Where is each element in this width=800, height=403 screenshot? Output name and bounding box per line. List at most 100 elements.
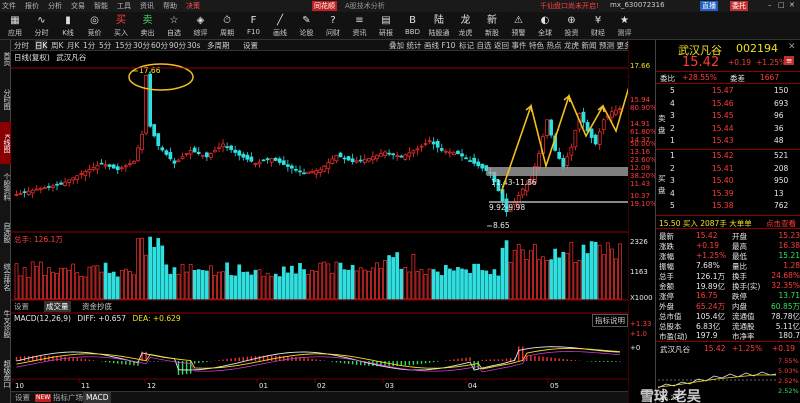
menu-tools[interactable]: 工具	[117, 1, 131, 11]
indicator-help-button[interactable]: 指标说明	[592, 314, 628, 327]
period-tab-2[interactable]: 周K	[51, 40, 63, 51]
buy-price-1[interactable]: 15.42	[712, 151, 733, 160]
buy-price-3[interactable]: 15.40	[712, 176, 733, 185]
vol-tab-settings[interactable]: 设置	[14, 301, 29, 312]
period-tab-10[interactable]: 30s	[187, 40, 200, 51]
indicator-tab-10[interactable]: 龙虎	[564, 40, 579, 51]
bottom-indicator-plaza[interactable]: 指标广场	[53, 392, 83, 403]
period-tab-6[interactable]: 15分	[115, 40, 132, 51]
toolbar-button-10[interactable]: ╱ 画线	[267, 13, 293, 39]
toolbar-label-17: 龙虎	[458, 29, 473, 37]
period-tab-0[interactable]: 分时	[14, 40, 29, 51]
period-tab-1[interactable]: 日K	[35, 40, 48, 51]
toolbar-button-21[interactable]: ⊕ 投资	[559, 13, 585, 39]
toolbar-button-9[interactable]: F F10	[241, 13, 267, 39]
toolbar-button-0[interactable]: ▦ 应用	[2, 13, 28, 39]
toolbar-button-1[interactable]: ∿ 分时	[29, 13, 55, 39]
toolbar-button-8[interactable]: ⏱ 周期	[214, 13, 240, 39]
candle-body	[330, 158, 335, 164]
indicator-tab-6[interactable]: 返回	[494, 40, 509, 51]
minimize-icon[interactable]: –	[768, 1, 772, 9]
toolbar-button-15[interactable]: B BBD	[400, 13, 426, 39]
maximize-icon[interactable]: □	[778, 1, 785, 9]
left-nav-item-1[interactable]: 分时图	[0, 77, 11, 121]
toolbar-button-3[interactable]: ◎ 竞价	[82, 13, 108, 39]
sell-price-2[interactable]: 15.44	[712, 124, 733, 133]
period-tab-3[interactable]: 月K	[67, 40, 79, 51]
indicator-tab-2[interactable]: 画线	[424, 40, 439, 51]
macd-header: MACD(12,26,9) DIFF: +0.657 DEA: +0.629	[14, 314, 181, 323]
close-icon[interactable]: ✕	[789, 1, 795, 9]
menu-help[interactable]: 帮助	[163, 1, 177, 11]
volume-bar	[362, 269, 367, 300]
toolbar-button-16[interactable]: 陆陆股通	[426, 13, 452, 39]
kline-chart[interactable]: 17.66 11.43-11.86 9.92-9.98 8.65 10 11 12 01 02…	[11, 51, 628, 391]
left-nav-item-7[interactable]: 超级盘口	[0, 349, 11, 399]
live-button[interactable]: 直播	[700, 1, 718, 11]
toolbar-button-19[interactable]: ⚠ 预警	[506, 13, 532, 39]
toolbar-button-17[interactable]: 龙龙虎	[453, 13, 479, 39]
panel-flag[interactable]: ≡	[784, 56, 795, 65]
menu-quote[interactable]: 报价	[25, 1, 39, 11]
menu-file[interactable]: 文件	[2, 1, 16, 11]
buy-price-5[interactable]: 15.38	[712, 201, 733, 210]
account-name[interactable]: mx_630072316	[610, 1, 665, 9]
left-nav-item-4[interactable]: 自选股	[0, 210, 11, 254]
indicator-tab-7[interactable]: 事件	[512, 40, 527, 51]
menu-smart[interactable]: 智能	[94, 1, 108, 11]
panel-close-icon[interactable]: ✕	[788, 42, 796, 52]
toolbar-button-14[interactable]: ▤ 研报	[373, 13, 399, 39]
period-tab-9[interactable]: 90分	[169, 40, 186, 51]
indicator-tab-4[interactable]: 标记	[459, 40, 474, 51]
promo-text[interactable]: 千仙盘口尚未开启!	[540, 1, 599, 11]
left-nav-item-6[interactable]: 牛叉诊股	[0, 300, 11, 348]
vol-tab-fund[interactable]: 资金抄底	[82, 301, 112, 312]
period-tab-5[interactable]: 5分	[99, 40, 111, 51]
indicator-tab-1[interactable]: 统计	[407, 40, 422, 51]
toolbar-button-20[interactable]: ◐ 全球	[532, 13, 558, 39]
menu-analysis[interactable]: 分析	[48, 1, 62, 11]
toolbar-button-12[interactable]: ? 问财	[320, 13, 346, 39]
indicator-tab-8[interactable]: 特色	[529, 40, 544, 51]
bottom-settings[interactable]: 设置	[15, 392, 30, 403]
menu-news[interactable]: 资讯	[140, 1, 154, 11]
vol-tab-volume[interactable]: 成交量	[44, 301, 71, 312]
toolbar-button-22[interactable]: ¥ 财经	[585, 13, 611, 39]
period-tab-12[interactable]: 设置	[243, 40, 258, 51]
sell-price-1[interactable]: 15.43	[712, 136, 733, 145]
toolbar-button-7[interactable]: ◈ 综评	[188, 13, 214, 39]
left-nav-item-0[interactable]: 首页	[0, 42, 11, 76]
toolbar-button-13[interactable]: ≡ 资讯	[347, 13, 373, 39]
buy-price-4[interactable]: 15.39	[712, 189, 733, 198]
left-nav-item-3[interactable]: 个股资料	[0, 165, 11, 209]
toolbar-button-2[interactable]: ▮ K线	[55, 13, 81, 39]
sell-price-5[interactable]: 15.47	[712, 86, 733, 95]
candle-body	[261, 159, 266, 162]
left-nav-item-5[interactable]: 综合排名	[0, 255, 11, 299]
order-button[interactable]: 委托	[730, 1, 748, 11]
toolbar-button-23[interactable]: ★ 测评	[612, 13, 638, 39]
period-tab-7[interactable]: 30分	[133, 40, 150, 51]
indicator-tab-0[interactable]: 叠加	[389, 40, 404, 51]
toolbar-button-5[interactable]: 卖卖出	[135, 13, 161, 39]
toolbar-button-18[interactable]: 新新股	[479, 13, 505, 39]
period-tab-8[interactable]: 60分	[151, 40, 168, 51]
bottom-macd-tab[interactable]: MACD	[83, 392, 112, 403]
buy-price-2[interactable]: 15.41	[712, 164, 733, 173]
menu-trade[interactable]: 交易	[71, 1, 85, 11]
period-tab-4[interactable]: 1分	[83, 40, 95, 51]
period-tab-11[interactable]: 多周期	[207, 40, 230, 51]
indicator-tab-12[interactable]: 预测	[599, 40, 614, 51]
sell-price-3[interactable]: 15.45	[712, 111, 733, 120]
toolbar-button-11[interactable]: ✎ 论股	[294, 13, 320, 39]
sell-price-4[interactable]: 15.46	[712, 99, 733, 108]
indicator-tab-5[interactable]: 自选	[477, 40, 492, 51]
menu-decision[interactable]: 决策	[186, 1, 200, 11]
stock-pct: +1.25%	[756, 58, 787, 67]
left-nav-item-2[interactable]: K线图	[0, 122, 11, 164]
indicator-tab-11[interactable]: 新闻	[582, 40, 597, 51]
toolbar-button-6[interactable]: ☆ 自选	[161, 13, 187, 39]
indicator-tab-3[interactable]: F10	[442, 40, 456, 51]
indicator-tab-9[interactable]: 热点	[547, 40, 562, 51]
toolbar-button-4[interactable]: 买买入	[108, 13, 134, 39]
